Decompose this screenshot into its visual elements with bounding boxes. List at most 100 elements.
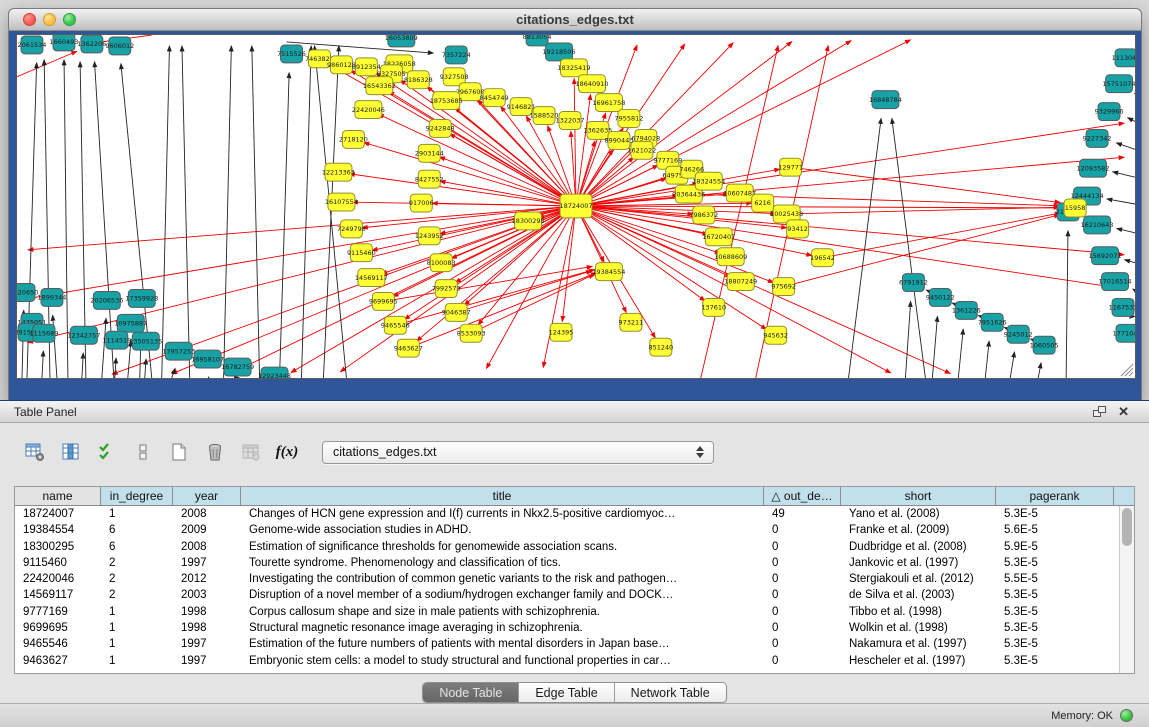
table-cell[interactable]: 0 bbox=[764, 522, 841, 538]
graph-node[interactable]: 93412 bbox=[787, 220, 809, 238]
graph-node[interactable]: 18724007 bbox=[559, 194, 592, 218]
table-cell[interactable]: 2 bbox=[101, 571, 173, 587]
graph-node[interactable]: 9606012 bbox=[105, 37, 134, 55]
graph-node[interactable]: 124395 bbox=[549, 323, 574, 341]
table-cell[interactable]: 1 bbox=[101, 506, 173, 522]
graph-node[interactable]: 7357224 bbox=[442, 46, 471, 64]
table-cell[interactable]: 5.3E-5 bbox=[996, 636, 1114, 652]
table-row[interactable]: 911546021997Tourette syndrome. Phenomeno… bbox=[15, 555, 1134, 571]
table-row[interactable]: 1872400712008Changes of HCN gene express… bbox=[15, 506, 1134, 522]
select-rows-button[interactable] bbox=[92, 439, 122, 465]
table-cell[interactable]: 0 bbox=[764, 587, 841, 603]
table-cell[interactable]: 22420046 bbox=[15, 571, 101, 587]
delete-table-button[interactable] bbox=[200, 439, 230, 465]
graph-node[interactable]: 7955812 bbox=[614, 110, 643, 128]
graph-node[interactable]: 917006 bbox=[409, 194, 434, 212]
graph-node[interactable]: 9450122 bbox=[926, 289, 955, 307]
graph-node[interactable]: 16107554 bbox=[325, 193, 358, 211]
table-cell[interactable]: 2 bbox=[101, 587, 173, 603]
table-row[interactable]: 969969511998Structural magnetic resonanc… bbox=[15, 620, 1134, 636]
graph-node[interactable]: 8100083 bbox=[427, 254, 456, 272]
table-cell[interactable]: Wolkin et al. (1998) bbox=[841, 620, 996, 636]
graph-node[interactable]: 7515526 bbox=[277, 45, 306, 63]
graph-node[interactable]: 15751074 bbox=[1103, 75, 1136, 93]
graph-node[interactable]: 1621022 bbox=[627, 141, 656, 159]
graph-node[interactable]: 16543362 bbox=[363, 77, 396, 95]
graph-node[interactable]: 13505135 bbox=[129, 332, 162, 350]
graph-node[interactable]: 9227342 bbox=[1083, 129, 1112, 147]
graph-node[interactable]: 18300295 bbox=[512, 212, 545, 230]
table-cell[interactable]: 5.3E-5 bbox=[996, 506, 1114, 522]
table-cell[interactable]: 0 bbox=[764, 636, 841, 652]
table-row[interactable]: 2242004622012Investigating the contribut… bbox=[15, 571, 1134, 587]
table-cell[interactable]: Corpus callosum shape and size in male p… bbox=[241, 604, 764, 620]
tab-edge-table[interactable]: Edge Table bbox=[519, 683, 614, 702]
graph-node[interactable]: 12213363 bbox=[322, 163, 355, 181]
graph-node[interactable]: 17359928 bbox=[125, 290, 158, 308]
column-header-year[interactable]: year bbox=[173, 487, 241, 505]
table-cell[interactable]: 6 bbox=[101, 539, 173, 555]
table-cell[interactable]: 0 bbox=[764, 571, 841, 587]
table-row[interactable]: 977716911998Corpus callosum shape and si… bbox=[15, 604, 1134, 620]
table-cell[interactable]: 1 bbox=[101, 604, 173, 620]
graph-node[interactable]: 137610 bbox=[701, 298, 726, 316]
graph-node[interactable]: 10975887 bbox=[114, 314, 147, 332]
table-cell[interactable]: Yano et al. (2008) bbox=[841, 506, 996, 522]
graph-node[interactable]: 12093582 bbox=[1077, 159, 1110, 177]
table-cell[interactable]: 2 bbox=[101, 555, 173, 571]
table-cell[interactable]: 0 bbox=[764, 555, 841, 571]
table-cell[interactable]: 2008 bbox=[173, 539, 241, 555]
minimize-window-button[interactable] bbox=[43, 13, 56, 26]
table-cell[interactable]: 9115460 bbox=[15, 555, 101, 571]
table-cell[interactable]: 5.9E-5 bbox=[996, 539, 1114, 555]
table-cell[interactable]: 2003 bbox=[173, 587, 241, 603]
table-cell[interactable]: 14569117 bbox=[15, 587, 101, 603]
table-cell[interactable]: 0 bbox=[764, 604, 841, 620]
table-cell[interactable]: Tibbo et al. (1998) bbox=[841, 604, 996, 620]
row-height-button[interactable] bbox=[128, 439, 158, 465]
graph-node[interactable]: 8533093 bbox=[457, 324, 486, 342]
table-cell[interactable]: 2009 bbox=[173, 522, 241, 538]
graph-node[interactable]: 8186328 bbox=[404, 71, 433, 89]
table-cell[interactable]: 19384554 bbox=[15, 522, 101, 538]
graph-node[interactable]: 1114519 bbox=[102, 331, 131, 349]
graph-node[interactable]: 2903144 bbox=[415, 144, 444, 162]
table-cell[interactable]: Investigating the contribution of common… bbox=[241, 571, 764, 587]
close-window-button[interactable] bbox=[23, 13, 36, 26]
graph-node[interactable]: 2061534 bbox=[18, 36, 47, 54]
column-header-name[interactable]: name bbox=[15, 487, 101, 505]
graph-node[interactable]: 2620650 bbox=[16, 284, 38, 302]
tab-node-table[interactable]: Node Table bbox=[423, 683, 519, 702]
table-cell[interactable]: 0 bbox=[764, 539, 841, 555]
table-cell[interactable]: Estimation of significance thresholds fo… bbox=[241, 539, 764, 555]
table-row[interactable]: 946362711997Embryonic stem cells: a mode… bbox=[15, 653, 1134, 669]
table-row[interactable]: 1830029562008Estimation of significance … bbox=[15, 539, 1134, 555]
table-cell[interactable]: 5.5E-5 bbox=[996, 571, 1114, 587]
table-cell[interactable]: 5.3E-5 bbox=[996, 620, 1114, 636]
graph-node[interactable]: 15692071 bbox=[1089, 247, 1122, 265]
table-cell[interactable]: 1998 bbox=[173, 604, 241, 620]
select-column-button[interactable] bbox=[56, 439, 86, 465]
graph-node[interactable]: 17016514 bbox=[1099, 273, 1132, 291]
table-cell[interactable]: 5.6E-5 bbox=[996, 522, 1114, 538]
graph-node[interactable]: 7249798 bbox=[337, 220, 366, 238]
graph-node[interactable]: 16782759 bbox=[221, 358, 254, 376]
graph-node[interactable]: 2718120 bbox=[339, 130, 368, 148]
table-cell[interactable]: 1997 bbox=[173, 653, 241, 669]
table-cell[interactable]: 0 bbox=[764, 653, 841, 669]
table-cell[interactable]: Genome-wide association studies in ADHD. bbox=[241, 522, 764, 538]
graph-node[interactable]: 16958107 bbox=[191, 350, 224, 368]
table-cell[interactable]: 2008 bbox=[173, 506, 241, 522]
table-cell[interactable]: Stergiakouli et al. (2012) bbox=[841, 571, 996, 587]
graph-node[interactable]: 10688609 bbox=[714, 248, 747, 266]
table-cell[interactable]: 1997 bbox=[173, 555, 241, 571]
table-row[interactable]: 946554611997Estimation of the future num… bbox=[15, 636, 1134, 652]
float-panel-icon[interactable] bbox=[1093, 406, 1106, 417]
graph-node[interactable]: 129771 bbox=[778, 158, 803, 176]
table-cell[interactable]: 1998 bbox=[173, 620, 241, 636]
graph-node[interactable]: 18325419 bbox=[558, 59, 591, 77]
graph-node[interactable]: 8427552 bbox=[415, 170, 444, 188]
table-cell[interactable]: Changes of HCN gene expression and I(f) … bbox=[241, 506, 764, 522]
table-cell[interactable]: Embryonic stem cells: a model to study s… bbox=[241, 653, 764, 669]
zoom-window-button[interactable] bbox=[63, 13, 76, 26]
